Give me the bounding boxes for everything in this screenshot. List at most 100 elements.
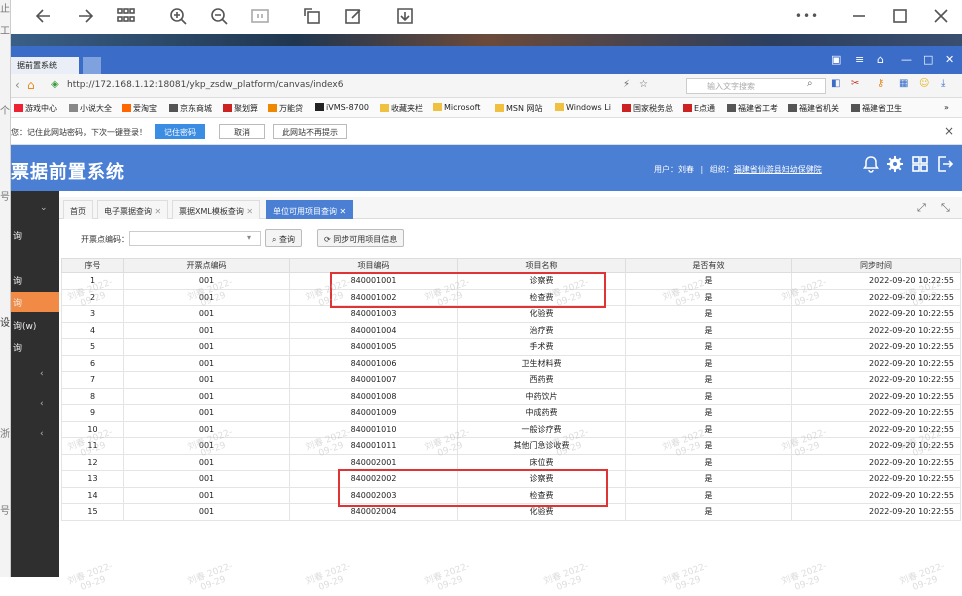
restore-icon[interactable]: ⤡ [941, 201, 950, 215]
bookmark-item[interactable]: 国家税务总 [622, 103, 673, 114]
chevron-left-icon[interactable]: ‹ [40, 369, 44, 379]
browser-search-input[interactable]: 输入文字搜索 [686, 78, 826, 94]
column-header[interactable]: 开票点编码 [123, 258, 290, 273]
apps-icon[interactable] [911, 155, 929, 173]
fullscreen-icon[interactable]: ⤢ [917, 201, 926, 215]
home-icon[interactable]: ⌂ [27, 78, 35, 92]
browser-close-icon[interactable]: ✕ [945, 53, 954, 66]
bookmarks-overflow-icon[interactable]: » [944, 103, 949, 112]
org-name-link[interactable]: 福建省仙游县妇幼保健院 [734, 165, 822, 174]
close-icon[interactable]: ✕ [340, 207, 347, 216]
table-cell: 2022-09-20 10:22:55 [791, 387, 961, 405]
forward-arrow-icon[interactable] [72, 3, 98, 29]
menu-icon[interactable]: ≡ [855, 53, 864, 66]
table-row[interactable]: 9 001 840001009 中成药费是 2022-09-20 10:22:55 [61, 404, 961, 422]
bookmark-folder[interactable]: 收藏夹栏 [380, 103, 423, 114]
cancel-button[interactable]: 取消 [219, 124, 265, 139]
bookmark-folder[interactable]: Windows Li [555, 103, 611, 112]
key-icon[interactable]: ⚷ [877, 78, 884, 89]
new-tab-button[interactable] [83, 57, 101, 74]
browser-tab[interactable]: 据前置系统 [11, 57, 79, 74]
table-row[interactable]: 8 001 840001008 中药饮片是 2022-09-20 10:22:55 [61, 387, 961, 405]
star-icon[interactable]: ☆ [639, 79, 648, 90]
grid-icon[interactable] [113, 3, 139, 29]
bookmark-item[interactable]: 万能贷 [268, 103, 303, 114]
column-header[interactable]: 同步时间 [791, 258, 961, 273]
browser-minimize-icon[interactable]: — [901, 53, 912, 66]
bookmark-item[interactable]: 小说大全 [69, 103, 112, 114]
bookmark-item[interactable]: 爱淘宝 [122, 103, 157, 114]
bookmark-item[interactable]: 福建省卫生 [851, 103, 902, 114]
bookmark-item[interactable]: E点通 [683, 103, 715, 114]
url-field[interactable]: http://172.168.1.12:18081/ykp_zsdw_platf… [67, 80, 343, 90]
zoom-in-icon[interactable] [165, 3, 191, 29]
edit-icon[interactable] [340, 3, 366, 29]
close-icon[interactable]: ✕ [246, 207, 253, 216]
download-icon[interactable] [392, 3, 418, 29]
dropdown-icon[interactable]: ▾ [247, 233, 251, 242]
sidebar-item[interactable]: 询 [11, 270, 59, 290]
back-arrow-icon[interactable] [31, 3, 57, 29]
bookmark-item[interactable]: 京东商城 [169, 103, 212, 114]
minimize-icon[interactable] [846, 3, 872, 29]
download-manager-icon[interactable]: ⤓ [941, 78, 945, 89]
sidebar-item[interactable]: 询 [11, 337, 59, 357]
column-header[interactable]: 项目编码 [289, 258, 458, 273]
table-row[interactable]: 7 001 840001007 西药费是 2022-09-20 10:22:55 [61, 371, 961, 389]
tab-unit-items-query[interactable]: 单位可用项目查询 ✕ [266, 200, 354, 219]
sidebar-collapse-icon[interactable]: ⌄ [40, 203, 48, 213]
sidebar-item[interactable] [11, 247, 59, 267]
close-icon[interactable] [928, 3, 954, 29]
table-cell: 8 [61, 387, 124, 405]
gear-icon[interactable] [886, 155, 904, 173]
extension-icon[interactable]: ◧ [831, 78, 840, 89]
tab-invoice-query[interactable]: 电子票据查询 ✕ [97, 200, 169, 219]
scissors-icon[interactable]: ✂ [851, 78, 859, 89]
column-header[interactable]: 是否有效 [625, 258, 792, 273]
bookmark-item[interactable]: 福建省工考 [727, 103, 778, 114]
close-icon[interactable]: ✕ [155, 207, 162, 216]
bookmark-item[interactable]: iVMS-8700 [315, 103, 369, 112]
bookmark-folder[interactable]: Microsoft [433, 103, 480, 112]
table-row[interactable]: 6 001 840001006 卫生材料费是 2022-09-20 10:22:55 [61, 354, 961, 372]
sidebar-item-active[interactable]: 询 [11, 292, 59, 312]
table-cell: 2022-09-20 10:22:55 [791, 371, 961, 389]
code-input[interactable] [129, 231, 261, 246]
more-icon[interactable]: ••• [794, 3, 820, 29]
column-header[interactable]: 项目名称 [457, 258, 626, 273]
browser-maximize-icon[interactable]: □ [923, 53, 933, 66]
emoji-icon[interactable]: ☺ [919, 78, 929, 89]
zoom-out-icon[interactable] [206, 3, 232, 29]
rotate-icon[interactable] [299, 3, 325, 29]
tab-home[interactable]: 首页 [63, 200, 93, 219]
remember-password-button[interactable]: 记住密码 [155, 124, 205, 139]
back-icon[interactable]: ‹ [15, 78, 20, 92]
maximize-icon[interactable] [887, 3, 913, 29]
translate-icon[interactable]: ▦ [899, 78, 908, 89]
table-row[interactable]: 4 001 840001004 治疗费是 2022-09-20 10:22:55 [61, 321, 961, 339]
sidebar-item[interactable]: 询 [11, 225, 59, 245]
close-bar-icon[interactable]: × [944, 124, 954, 138]
sync-button[interactable]: ⟳ 同步可用项目信息 [317, 229, 405, 247]
bookmark-item[interactable]: 福建省机关 [788, 103, 839, 114]
search-icon[interactable]: ⌕ [807, 78, 813, 89]
bookmark-item[interactable]: 游戏中心 [14, 103, 57, 114]
column-header[interactable]: 序号 [61, 258, 124, 273]
logout-icon[interactable] [936, 155, 954, 173]
table-cell: 中成药费 [457, 404, 626, 422]
bookmark-folder[interactable]: MSN 网站 [495, 103, 543, 114]
watermark-text: 刘春 2022- 09-29 [186, 561, 235, 593]
bell-icon[interactable] [862, 155, 880, 173]
sidebar-item[interactable]: 询(w) [11, 315, 59, 335]
chevron-left-icon[interactable]: ‹ [40, 399, 44, 409]
fit-icon[interactable] [247, 3, 273, 29]
tab-xml-template-query[interactable]: 票据XML模板查询 ✕ [172, 200, 261, 219]
table-row[interactable]: 5 001 840001005 手术费是 2022-09-20 10:22:55 [61, 338, 961, 356]
query-button[interactable]: ⌕ 查询 [265, 229, 303, 247]
bookmark-item[interactable]: 聚划算 [223, 103, 258, 114]
never-prompt-button[interactable]: 此网站不再提示 [273, 124, 347, 139]
skin-icon[interactable]: ⌂ [877, 53, 884, 66]
sidebar-toggle-icon[interactable]: ▣ [831, 53, 841, 66]
chevron-left-icon[interactable]: ‹ [40, 429, 44, 439]
lightning-icon[interactable]: ⚡ [623, 79, 630, 90]
